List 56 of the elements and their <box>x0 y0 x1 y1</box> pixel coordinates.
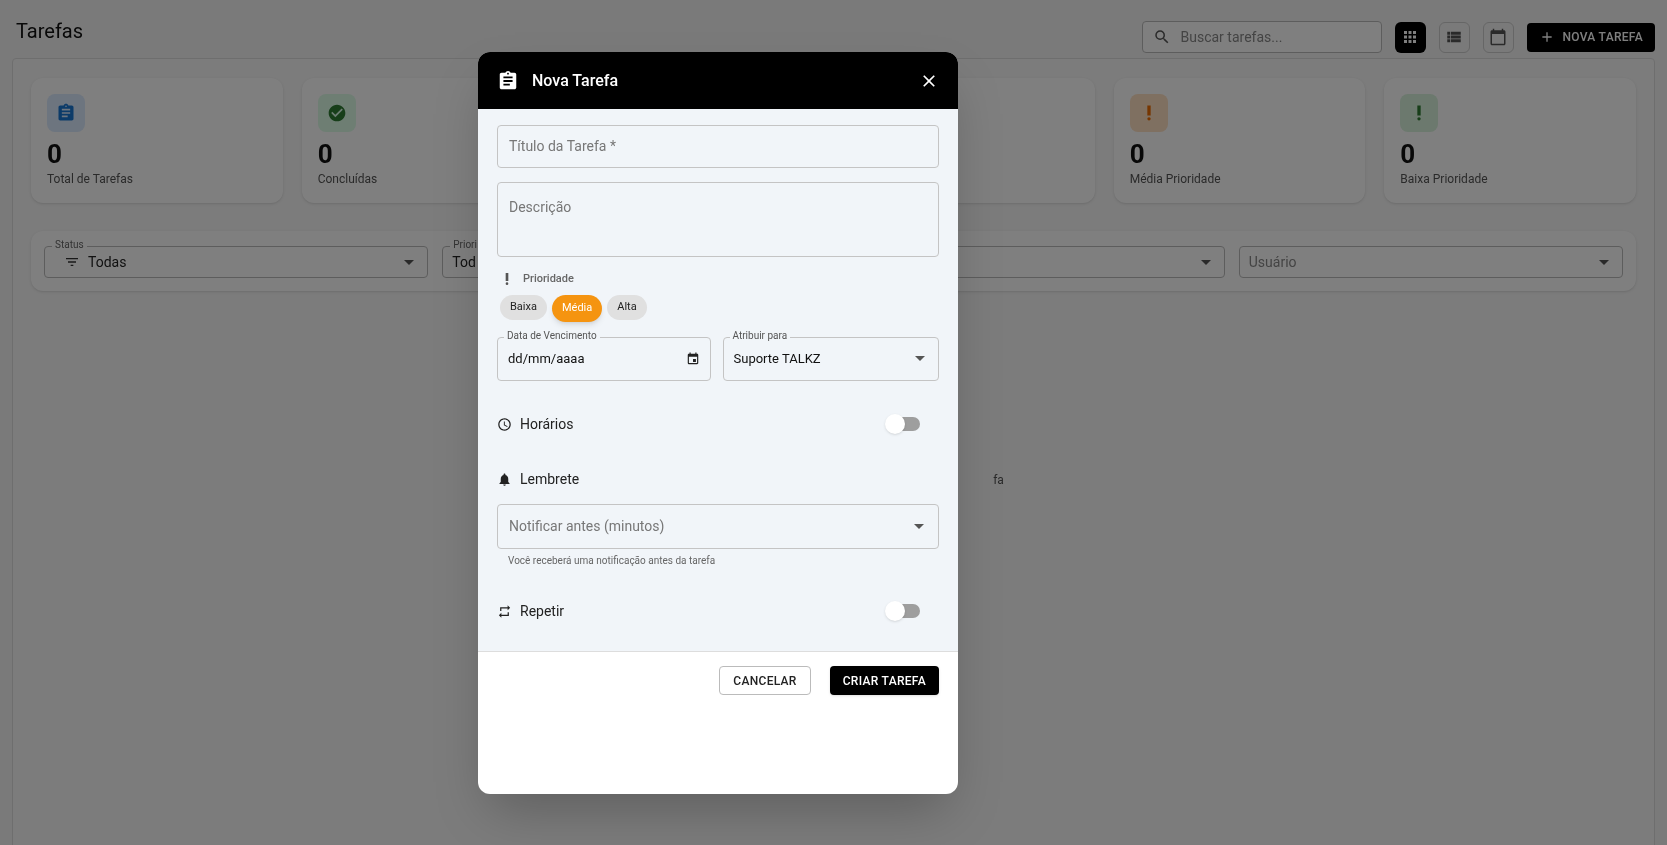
stat-value: 0 <box>47 138 62 170</box>
stat-label: Média Prioridade <box>1129 171 1221 188</box>
clipboard-icon <box>47 94 85 132</box>
section-label: Repetir <box>520 601 565 621</box>
page-title: Tarefas <box>16 18 84 45</box>
exclamation-icon <box>1400 94 1439 132</box>
field-label: Data de Vencimento <box>504 329 600 342</box>
select-value: Tod <box>452 252 476 272</box>
cancel-button[interactable]: CANCELAR <box>719 666 811 695</box>
stat-value: 0 <box>1400 138 1416 170</box>
dropdown-caret-icon <box>404 259 415 265</box>
view-toggle-button[interactable] <box>1394 21 1426 53</box>
bell-icon <box>497 471 512 487</box>
toggle-switch[interactable] <box>885 601 921 621</box>
description-field[interactable]: Descrição <box>497 182 939 257</box>
select-value: Todas <box>88 252 127 272</box>
reminder-select[interactable]: Notificar antes (minutos) <box>497 503 939 549</box>
dropdown-caret-icon <box>1599 259 1609 265</box>
stat-value: 0 <box>317 138 333 170</box>
toggle-switch[interactable] <box>885 414 921 434</box>
dropdown-caret-icon <box>914 523 924 529</box>
stat-label: Baixa Prioridade <box>1400 171 1488 188</box>
create-task-button[interactable]: CRIAR TAREFA <box>829 666 939 695</box>
calendar-icon <box>1489 28 1507 46</box>
repeat-icon <box>497 603 512 619</box>
calendar-icon <box>685 351 700 366</box>
clock-icon <box>497 416 512 432</box>
select-value: Suporte TALKZ <box>733 349 821 368</box>
clipboard-icon <box>497 69 519 92</box>
priority-chip[interactable]: Alta <box>607 294 647 320</box>
empty-state-text: fa <box>993 472 1004 489</box>
title-field[interactable]: Título da Tarefa * <box>497 125 939 168</box>
field-placeholder: Título da Tarefa * <box>509 137 616 156</box>
section-label: Horários <box>520 414 574 434</box>
exclamation-icon <box>1129 94 1168 132</box>
search-icon <box>1152 28 1171 46</box>
priority-label: Prioridade <box>523 271 574 287</box>
search-placeholder: Buscar tarefas... <box>1180 27 1283 47</box>
date-value: dd/mm/aaaa <box>508 349 585 368</box>
dropdown-caret-icon <box>1200 259 1211 265</box>
grid-icon <box>1401 28 1419 46</box>
stat-label: Concluídas <box>317 171 378 188</box>
dropdown-caret-icon <box>915 356 925 361</box>
priority-chip[interactable]: Baixa <box>500 294 547 320</box>
field-placeholder: Descrição <box>509 199 572 215</box>
helper-text: Você receberá uma notificação antes da tarefa <box>508 553 717 568</box>
section-label: Lembrete <box>520 469 580 489</box>
view-toggle-button[interactable] <box>1482 21 1514 53</box>
stat-value: 0 <box>1129 138 1145 170</box>
select-placeholder: Notificar antes (minutos) <box>509 516 665 536</box>
select-placeholder: Usuário <box>1248 252 1297 272</box>
stat-label: Total de Tarefas <box>47 171 133 188</box>
dialog-title: Nova Tarefa <box>532 69 619 92</box>
view-toggle-button[interactable] <box>1438 21 1470 53</box>
field-label: Atribuir para <box>729 329 791 342</box>
new-task-button[interactable]: NOVA TAREFA <box>1526 22 1655 52</box>
